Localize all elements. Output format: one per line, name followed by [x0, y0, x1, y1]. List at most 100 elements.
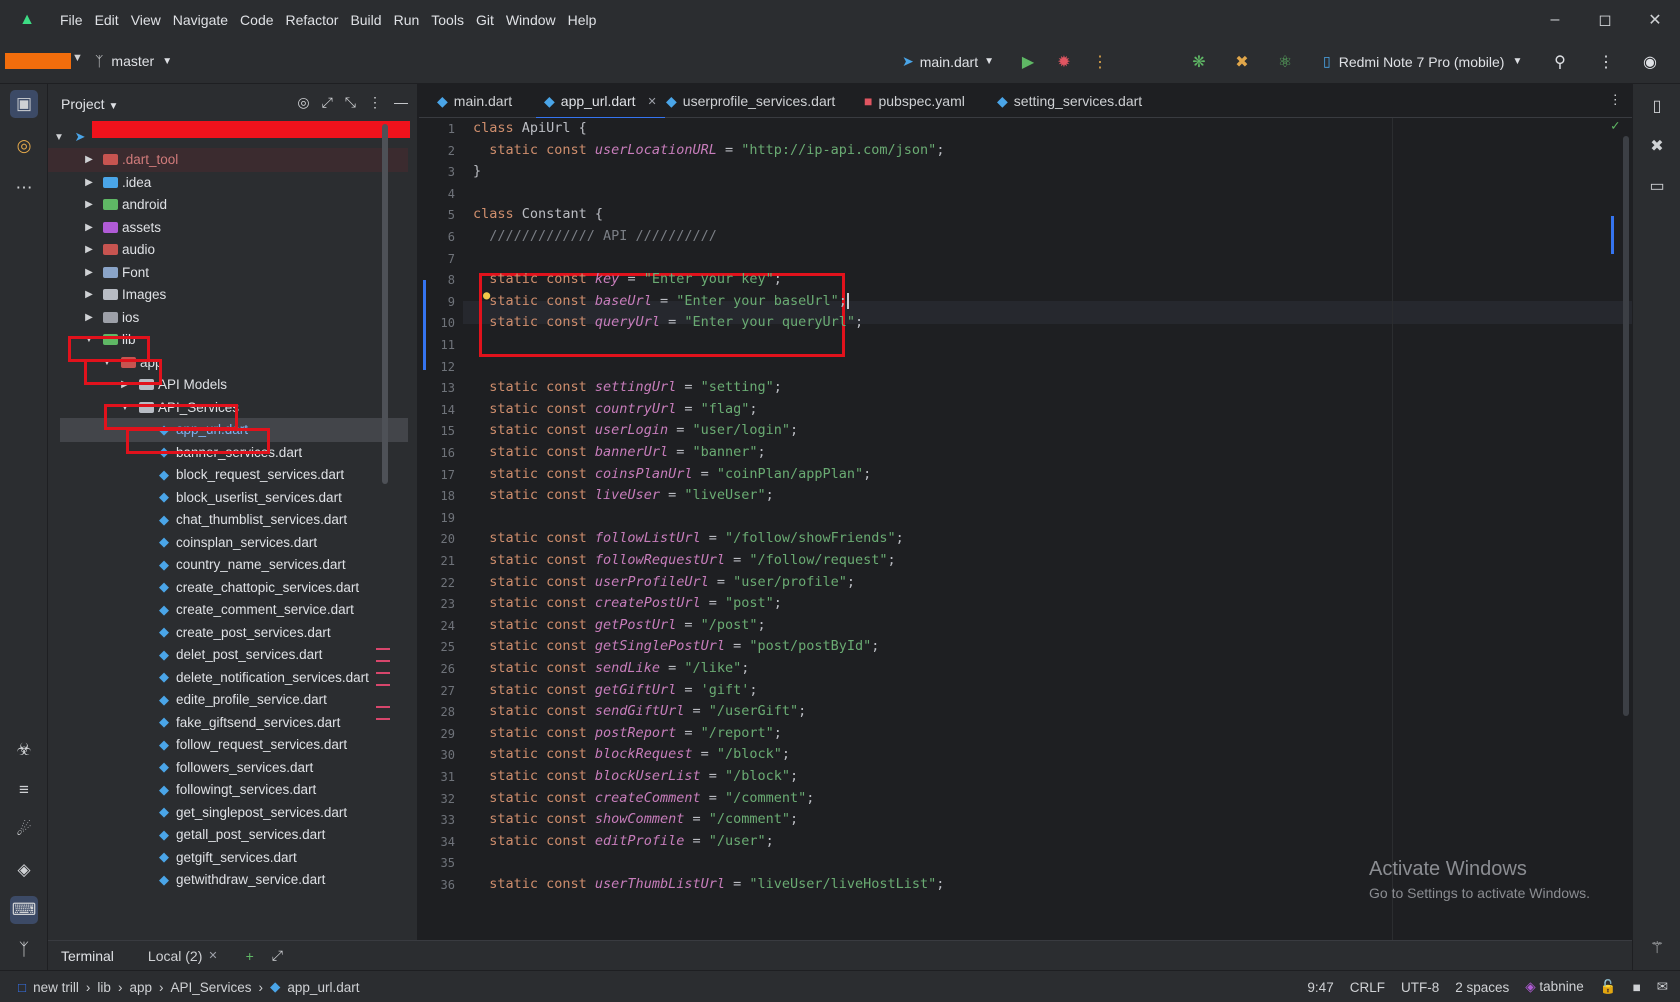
logcat-icon[interactable]: ☣ — [10, 736, 38, 764]
tree-file-item[interactable]: ◆ fake_giftsend_services.dart — [48, 710, 408, 734]
code-line[interactable]: static const liveUser = "liveUser"; — [473, 487, 774, 503]
tree-folder-item[interactable]: ▶ ios — [48, 305, 408, 329]
terminal-title[interactable]: Terminal — [61, 948, 114, 964]
tree-folder-item[interactable]: ▼ API_Services — [48, 395, 408, 419]
close-tab-icon[interactable]: ✕ — [648, 95, 657, 108]
code-line[interactable]: static const sendGiftUrl = "/userGift"; — [473, 703, 806, 719]
breadcrumb-item[interactable]: lib — [97, 980, 111, 995]
code-line[interactable]: static const blockUserList = "/block"; — [473, 768, 798, 784]
menu-item-code[interactable]: Code — [234, 12, 279, 28]
tab-main-dart[interactable]: ◆ main.dart — [429, 84, 520, 118]
structure-icon[interactable]: ≡ — [10, 776, 38, 804]
tabnine-widget[interactable]: ◈ tabnine — [1525, 979, 1583, 995]
more-actions-icon[interactable]: ⋮ — [1088, 50, 1112, 74]
build-tools-icon[interactable]: ✖ — [1230, 50, 1254, 74]
code-line[interactable]: static const userLocationURL = "http://i… — [473, 142, 944, 158]
expand-icon[interactable]: ⤢ — [272, 947, 283, 964]
menu-item-file[interactable]: File — [54, 12, 89, 28]
tree-file-item[interactable]: ◆ getwithdraw_service.dart — [48, 868, 408, 892]
tree-file-item[interactable]: ◆ delet_post_services.dart — [48, 643, 408, 667]
line-ending[interactable]: CRLF — [1350, 980, 1385, 995]
lock-icon[interactable]: 🔓 — [1600, 979, 1617, 995]
tree-folder-item[interactable]: ▶ assets — [48, 215, 408, 239]
more-icon[interactable]: ⋮ — [1594, 50, 1618, 74]
code-line[interactable]: static const bannerUrl = "banner"; — [473, 444, 765, 460]
tree-file-item[interactable]: ◆ block_request_services.dart — [48, 463, 408, 487]
tree-file-item[interactable]: ◆ create_post_services.dart — [48, 620, 408, 644]
chevron-down-icon[interactable]: ▼ — [100, 357, 114, 368]
code-line[interactable]: static const followRequestUrl = "/follow… — [473, 552, 895, 568]
tree-file-item[interactable]: ◆ getall_post_services.dart — [48, 823, 408, 847]
menu-item-window[interactable]: Window — [500, 12, 562, 28]
tree-file-item[interactable]: ◆ app_url.dart — [60, 417, 408, 442]
code-line[interactable]: static const editProfile = "/user"; — [473, 833, 774, 849]
breadcrumb-item[interactable]: API_Services — [170, 980, 251, 995]
breadcrumb-item[interactable]: app_url.dart — [287, 980, 359, 995]
services-icon[interactable]: ◈ — [10, 856, 38, 884]
chevron-right-icon[interactable]: ▶ — [118, 379, 132, 390]
tree-file-item[interactable]: ◆ coinsplan_services.dart — [48, 530, 408, 554]
editor-scrollbar[interactable] — [1623, 136, 1629, 716]
file-encoding[interactable]: UTF-8 — [1401, 980, 1439, 995]
chevron-right-icon[interactable]: ▶ — [82, 289, 96, 300]
app-inspection-icon[interactable]: ❋ — [1187, 50, 1211, 74]
tab-app-url-dart[interactable]: ◆ app_url.dart ✕ — [536, 84, 665, 119]
code-line[interactable]: static const countryUrl = "flag"; — [473, 401, 757, 417]
tree-folder-item[interactable]: ▶ android — [48, 193, 408, 217]
code-line[interactable]: class Constant { — [473, 206, 603, 222]
tree-file-item[interactable]: ◆ followingt_services.dart — [48, 778, 408, 802]
menu-item-help[interactable]: Help — [562, 12, 603, 28]
tree-file-item[interactable]: ◆ get_singlepost_services.dart — [48, 800, 408, 824]
code-line[interactable]: static const key = "Enter your key"; — [473, 271, 782, 287]
device-selector[interactable]: ▯ Redmi Note 7 Pro (mobile) ▼ — [1323, 53, 1522, 70]
running-devices-icon[interactable]: ▭ — [1645, 174, 1669, 198]
hide-panel-icon[interactable]: — — [394, 94, 408, 111]
tab-pubspec-yaml[interactable]: ■ pubspec.yaml — [856, 84, 973, 118]
caret-position[interactable]: 9:47 — [1307, 980, 1333, 995]
debug-icon[interactable]: ✹ — [1052, 50, 1076, 74]
code-line[interactable]: static const settingUrl = "setting"; — [473, 379, 782, 395]
locate-icon[interactable]: ◎ — [297, 94, 309, 111]
search-icon[interactable]: ⚲ — [1548, 50, 1572, 74]
code-line[interactable]: static const sendLike = "/like"; — [473, 660, 749, 676]
tree-file-item[interactable]: ◆ edite_profile_service.dart — [48, 688, 408, 712]
code-line[interactable]: static const userProfileUrl = "user/prof… — [473, 574, 855, 590]
project-scrollbar[interactable] — [382, 124, 388, 484]
code-line[interactable]: static const coinsPlanUrl = "coinPlan/ap… — [473, 466, 871, 482]
problems-icon[interactable]: ☄ — [10, 816, 38, 844]
code-line[interactable]: static const followListUrl = "/follow/sh… — [473, 530, 904, 546]
tree-file-item[interactable]: ◆ delete_notification_services.dart — [48, 665, 408, 689]
tab-setting-services-dart[interactable]: ◆ setting_services.dart — [989, 84, 1150, 118]
minimize-icon[interactable]: – — [1530, 0, 1580, 40]
indent-setting[interactable]: 2 spaces — [1455, 980, 1509, 995]
tree-file-item[interactable]: ◆ create_chattopic_services.dart — [48, 575, 408, 599]
project-widget[interactable] — [5, 53, 71, 69]
maximize-icon[interactable]: ◻ — [1580, 0, 1630, 40]
code-line[interactable]: static const createPostUrl = "post"; — [473, 595, 782, 611]
terminal-tab-local[interactable]: Local (2) — [148, 948, 202, 964]
commit-tool-icon[interactable]: ◎ — [10, 132, 38, 160]
chevron-right-icon[interactable]: ▶ — [82, 199, 96, 210]
tree-file-item[interactable]: ◆ followers_services.dart — [48, 755, 408, 779]
code-line[interactable]: static const baseUrl = "Enter your baseU… — [473, 292, 849, 309]
chevron-down-icon[interactable]: ▼ — [118, 402, 132, 413]
code-line[interactable]: static const createComment = "/comment"; — [473, 790, 814, 806]
code-line[interactable]: static const userLogin = "user/login"; — [473, 422, 798, 438]
project-tool-icon[interactable]: ▣ — [10, 90, 38, 118]
tree-folder-item[interactable]: ▶ .dart_tool — [48, 147, 408, 172]
code-line[interactable]: static const getPostUrl = "/post"; — [473, 617, 765, 633]
tree-file-item[interactable]: ◆ banner_services.dart — [48, 440, 408, 464]
expand-all-icon[interactable]: ⤢ — [322, 94, 333, 111]
memory-indicator-icon[interactable]: ■ — [1633, 980, 1641, 995]
tree-file-item[interactable]: ◆ chat_thumblist_services.dart — [48, 508, 408, 532]
tree-folder-item[interactable]: ▶ Font — [48, 260, 408, 284]
menu-item-git[interactable]: Git — [470, 12, 500, 28]
tree-folder-item[interactable]: ▼ lib — [48, 328, 408, 352]
menu-item-edit[interactable]: Edit — [89, 12, 125, 28]
code-line[interactable]: static const blockRequest = "/block"; — [473, 746, 790, 762]
chevron-right-icon[interactable]: ▶ — [82, 177, 96, 188]
run-icon[interactable]: ▶ — [1016, 50, 1040, 74]
tree-file-item[interactable]: ◆ country_name_services.dart — [48, 553, 408, 577]
collapse-all-icon[interactable]: ⤡ — [345, 94, 356, 111]
chevron-down-icon[interactable]: ▼ — [72, 52, 83, 64]
